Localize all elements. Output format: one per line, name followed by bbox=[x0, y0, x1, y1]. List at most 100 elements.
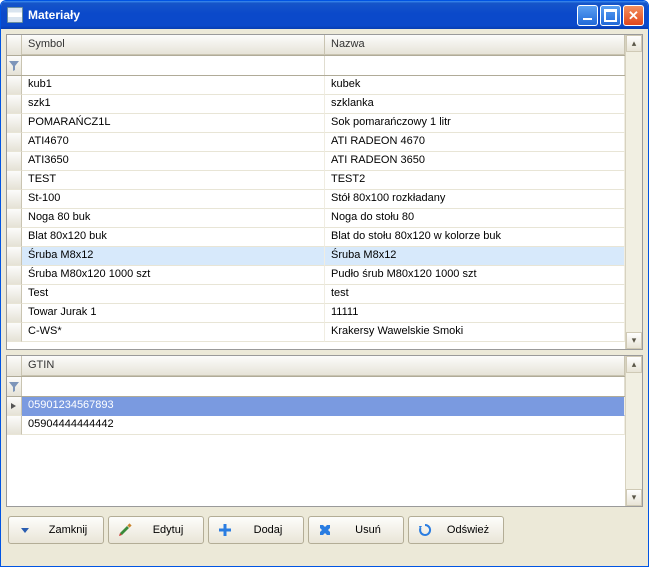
gtin-rows: 0590123456789305904444444442 bbox=[7, 397, 625, 506]
close-button[interactable] bbox=[623, 5, 644, 26]
cell-nazwa: kubek bbox=[325, 76, 625, 95]
titlebar[interactable]: Materiały bbox=[1, 1, 648, 29]
table-row[interactable]: Noga 80 bukNoga do stołu 80 bbox=[7, 209, 625, 228]
client-area: Symbol Nazwa kub1kubekszk1szklankaPOMARA… bbox=[1, 29, 648, 566]
column-header-gtin[interactable]: GTIN bbox=[22, 356, 625, 376]
table-row[interactable]: 05901234567893 bbox=[7, 397, 625, 416]
materials-rows: kub1kubekszk1szklankaPOMARAŃCZ1LSok poma… bbox=[7, 76, 625, 349]
cell-nazwa: Noga do stołu 80 bbox=[325, 209, 625, 228]
row-indicator bbox=[7, 190, 22, 209]
table-row[interactable]: szk1szklanka bbox=[7, 95, 625, 114]
materials-grid-panel: Symbol Nazwa kub1kubekszk1szklankaPOMARA… bbox=[6, 34, 643, 350]
minimize-button[interactable] bbox=[577, 5, 598, 26]
cell-symbol: POMARAŃCZ1L bbox=[22, 114, 325, 133]
maximize-button[interactable] bbox=[600, 5, 621, 26]
window-title: Materiały bbox=[28, 8, 577, 22]
gtin-scrollbar[interactable]: ▴ ▾ bbox=[625, 356, 642, 506]
add-icon bbox=[217, 522, 233, 538]
row-indicator bbox=[7, 152, 22, 171]
refresh-icon bbox=[417, 522, 433, 538]
table-row[interactable]: TESTTEST2 bbox=[7, 171, 625, 190]
cell-symbol: Test bbox=[22, 285, 325, 304]
cell-nazwa: TEST2 bbox=[325, 171, 625, 190]
cell-nazwa: Sok pomarańczowy 1 litr bbox=[325, 114, 625, 133]
gtin-grid-header: GTIN bbox=[7, 356, 625, 377]
row-indicator bbox=[7, 323, 22, 342]
cell-nazwa: Stół 80x100 rozkładany bbox=[325, 190, 625, 209]
cell-symbol: TEST bbox=[22, 171, 325, 190]
column-header-nazwa[interactable]: Nazwa bbox=[325, 35, 625, 55]
cell-gtin: 05904444444442 bbox=[22, 416, 625, 435]
cell-nazwa: ATI RADEON 4670 bbox=[325, 133, 625, 152]
table-row[interactable]: Śruba M80x120 1000 sztPudło śrub M80x120… bbox=[7, 266, 625, 285]
dropdown-arrow-icon bbox=[17, 522, 33, 538]
table-row[interactable]: 05904444444442 bbox=[7, 416, 625, 435]
toolbar: Zamknij Edytuj Dodaj Usuń Odśwież bbox=[6, 512, 643, 546]
dodaj-button[interactable]: Dodaj bbox=[208, 516, 304, 544]
cell-symbol: szk1 bbox=[22, 95, 325, 114]
gtin-grid[interactable]: GTIN 0590123456789305904444444442 bbox=[7, 356, 625, 506]
row-indicator bbox=[7, 416, 22, 435]
cell-nazwa: szklanka bbox=[325, 95, 625, 114]
cell-nazwa: Blat do stołu 80x120 w kolorze buk bbox=[325, 228, 625, 247]
row-indicator bbox=[7, 209, 22, 228]
app-icon bbox=[7, 7, 23, 23]
table-row[interactable]: Śruba M8x12Śruba M8x12 bbox=[7, 247, 625, 266]
scroll-up-icon[interactable]: ▴ bbox=[626, 356, 642, 373]
cell-symbol: kub1 bbox=[22, 76, 325, 95]
column-header-symbol[interactable]: Symbol bbox=[22, 35, 325, 55]
gtin-filter-row bbox=[7, 377, 625, 397]
row-indicator bbox=[7, 304, 22, 323]
materials-grid-header: Symbol Nazwa bbox=[7, 35, 625, 56]
table-row[interactable]: Towar Jurak 111111 bbox=[7, 304, 625, 323]
scroll-down-icon[interactable]: ▾ bbox=[626, 489, 642, 506]
cell-symbol: Noga 80 buk bbox=[22, 209, 325, 228]
filter-input-gtin[interactable] bbox=[22, 377, 625, 396]
row-indicator bbox=[7, 397, 22, 416]
materials-scrollbar[interactable]: ▴ ▾ bbox=[625, 35, 642, 349]
materials-filter-row bbox=[7, 56, 625, 76]
cell-symbol: Blat 80x120 buk bbox=[22, 228, 325, 247]
edit-icon bbox=[117, 522, 133, 538]
cell-nazwa: Pudło śrub M80x120 1000 szt bbox=[325, 266, 625, 285]
usun-button[interactable]: Usuń bbox=[308, 516, 404, 544]
row-header-corner bbox=[7, 35, 22, 55]
row-indicator bbox=[7, 95, 22, 114]
table-row[interactable]: ATI3650ATI RADEON 3650 bbox=[7, 152, 625, 171]
cell-symbol: ATI4670 bbox=[22, 133, 325, 152]
cell-nazwa: ATI RADEON 3650 bbox=[325, 152, 625, 171]
cell-nazwa: Krakersy Wawelskie Smoki bbox=[325, 323, 625, 342]
row-indicator bbox=[7, 171, 22, 190]
filter-input-symbol[interactable] bbox=[22, 56, 325, 75]
app-window: Materiały Symbol Nazwa kub1kubekszk1 bbox=[0, 0, 649, 567]
scroll-up-icon[interactable]: ▴ bbox=[626, 35, 642, 52]
zamknij-button[interactable]: Zamknij bbox=[8, 516, 104, 544]
edytuj-button[interactable]: Edytuj bbox=[108, 516, 204, 544]
odswiez-button[interactable]: Odśwież bbox=[408, 516, 504, 544]
filter-icon bbox=[9, 382, 19, 392]
row-indicator bbox=[7, 133, 22, 152]
table-row[interactable]: POMARAŃCZ1LSok pomarańczowy 1 litr bbox=[7, 114, 625, 133]
materials-grid[interactable]: Symbol Nazwa kub1kubekszk1szklankaPOMARA… bbox=[7, 35, 625, 349]
cell-symbol: St-100 bbox=[22, 190, 325, 209]
filter-input-nazwa[interactable] bbox=[325, 56, 625, 75]
filter-icon bbox=[9, 61, 19, 71]
table-row[interactable]: C-WS*Krakersy Wawelskie Smoki bbox=[7, 323, 625, 342]
cell-symbol: C-WS* bbox=[22, 323, 325, 342]
row-indicator bbox=[7, 76, 22, 95]
cell-symbol: ATI3650 bbox=[22, 152, 325, 171]
table-row[interactable]: kub1kubek bbox=[7, 76, 625, 95]
cell-nazwa: 11111 bbox=[325, 304, 625, 323]
table-row[interactable]: Blat 80x120 bukBlat do stołu 80x120 w ko… bbox=[7, 228, 625, 247]
table-row[interactable]: ATI4670ATI RADEON 4670 bbox=[7, 133, 625, 152]
cell-symbol: Śruba M80x120 1000 szt bbox=[22, 266, 325, 285]
row-indicator bbox=[7, 228, 22, 247]
cell-nazwa: Śruba M8x12 bbox=[325, 247, 625, 266]
table-row[interactable]: St-100Stół 80x100 rozkładany bbox=[7, 190, 625, 209]
table-row[interactable]: Testtest bbox=[7, 285, 625, 304]
row-indicator bbox=[7, 247, 22, 266]
scroll-down-icon[interactable]: ▾ bbox=[626, 332, 642, 349]
cell-symbol: Śruba M8x12 bbox=[22, 247, 325, 266]
row-indicator bbox=[7, 266, 22, 285]
row-header-corner bbox=[7, 356, 22, 376]
